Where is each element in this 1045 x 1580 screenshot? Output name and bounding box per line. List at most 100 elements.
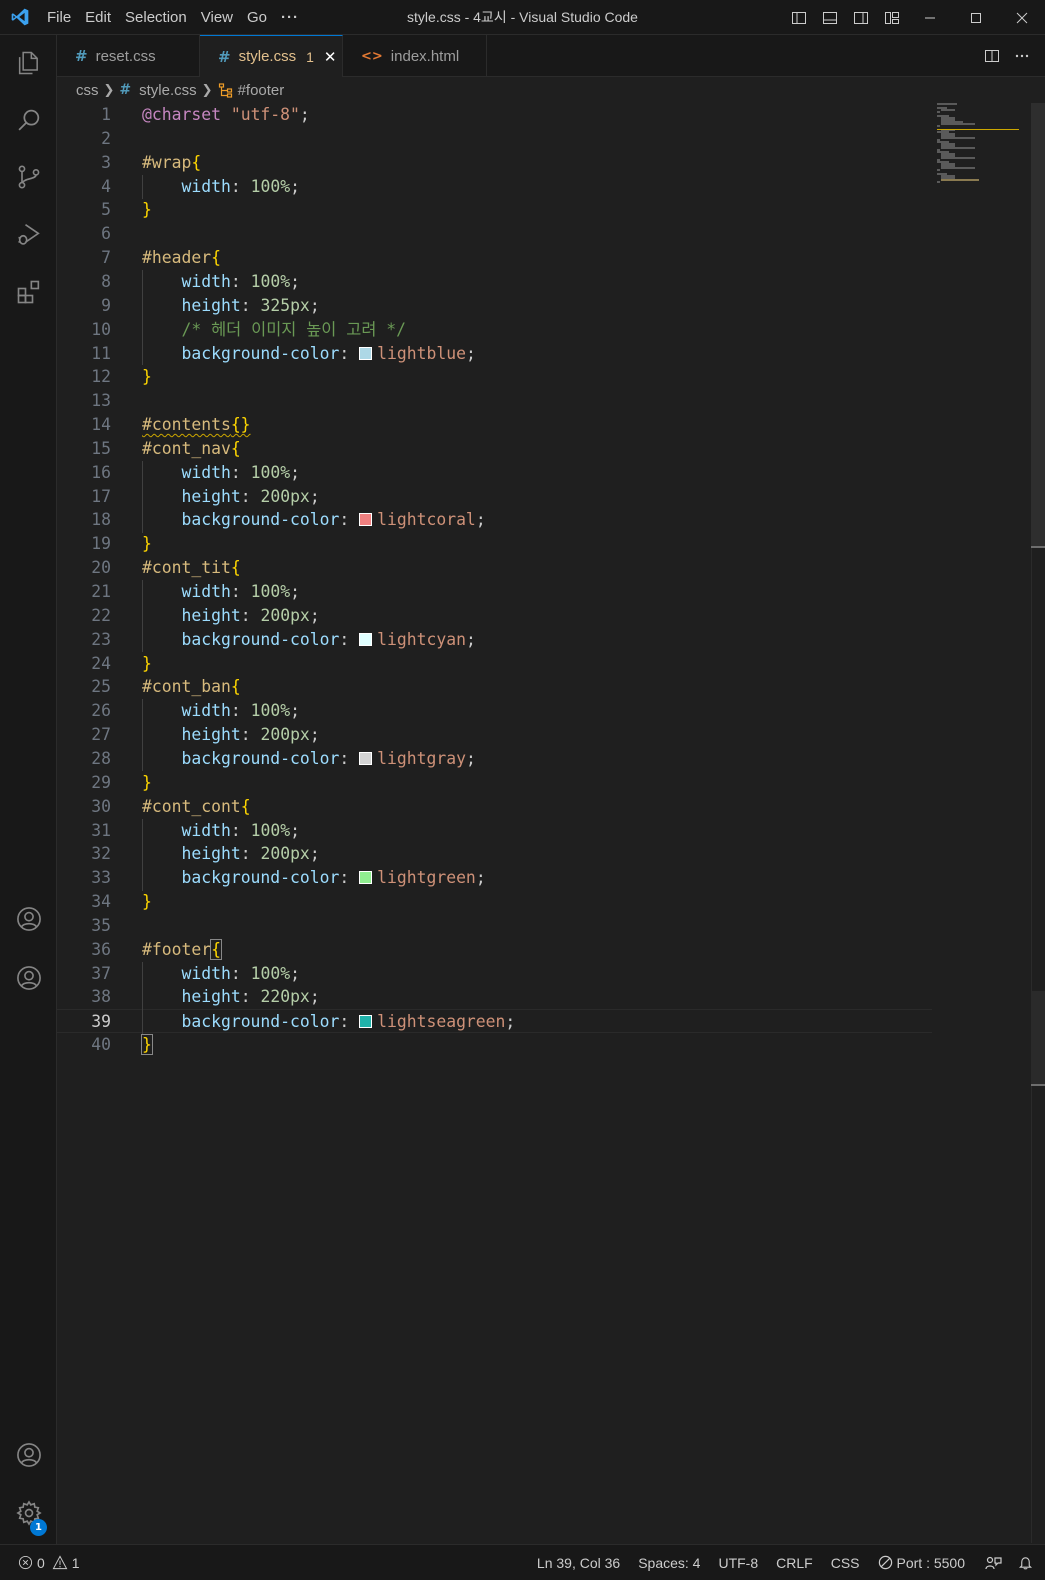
- line-content[interactable]: width: 100%;: [142, 819, 299, 843]
- language-mode[interactable]: CSS: [822, 1555, 869, 1571]
- line-content[interactable]: }: [142, 771, 152, 795]
- code-line[interactable]: 20 #cont_tit{: [57, 556, 932, 580]
- code-line[interactable]: 30 #cont_cont{: [57, 795, 932, 819]
- line-content[interactable]: width: 100%;: [142, 580, 299, 604]
- menu-selection[interactable]: Selection: [118, 0, 194, 35]
- color-swatch[interactable]: [359, 633, 373, 646]
- line-content[interactable]: width: 100%;: [142, 699, 299, 723]
- menu-go[interactable]: Go: [240, 0, 274, 35]
- color-swatch[interactable]: [359, 752, 373, 765]
- code-line[interactable]: 31 width: 100%;: [57, 819, 932, 843]
- code-line[interactable]: 19}: [57, 532, 932, 556]
- run-and-debug-icon[interactable]: [0, 206, 57, 262]
- encoding[interactable]: UTF-8: [709, 1555, 767, 1571]
- maximize-icon[interactable]: [953, 0, 999, 35]
- code-line[interactable]: 15 #cont_nav{: [57, 437, 932, 461]
- line-content[interactable]: @charset "utf-8";: [142, 103, 310, 127]
- code-line[interactable]: 12}: [57, 365, 932, 389]
- close-window-icon[interactable]: [999, 0, 1045, 35]
- menu-view[interactable]: View: [194, 0, 240, 35]
- indentation[interactable]: Spaces: 4: [629, 1555, 709, 1571]
- code-line[interactable]: 11 background-color: lightblue;: [57, 342, 932, 366]
- code-line[interactable]: 3 #wrap{: [57, 151, 932, 175]
- code-line[interactable]: 16 width: 100%;: [57, 461, 932, 485]
- code-line[interactable]: 21 width: 100%;: [57, 580, 932, 604]
- code-line[interactable]: 5}: [57, 198, 932, 222]
- line-content[interactable]: height: 200px;: [142, 842, 319, 866]
- code-line[interactable]: 22 height: 200px;: [57, 604, 932, 628]
- line-content[interactable]: width: 100%;: [142, 962, 299, 986]
- line-content[interactable]: #cont_ban{: [142, 675, 241, 699]
- code-line[interactable]: 40}: [57, 1033, 932, 1057]
- code-line[interactable]: 2: [57, 127, 932, 151]
- code-line[interactable]: 26 width: 100%;: [57, 699, 932, 723]
- vertical-scrollbar[interactable]: [1031, 103, 1045, 1543]
- line-content[interactable]: height: 220px;: [142, 985, 319, 1009]
- line-content[interactable]: #contents{}: [142, 413, 251, 437]
- line-content[interactable]: height: 200px;: [142, 604, 319, 628]
- tab-style-css[interactable]: # style.css 1 ✕: [200, 35, 343, 77]
- line-content[interactable]: }: [142, 890, 152, 914]
- line-content[interactable]: #header{: [142, 246, 221, 270]
- scrollbar-thumb[interactable]: [1031, 103, 1045, 548]
- code-line[interactable]: 33 background-color: lightgreen;: [57, 866, 932, 890]
- line-content[interactable]: /* 헤더 이미지 높이 고려 */: [142, 318, 406, 342]
- search-icon[interactable]: [0, 92, 57, 148]
- menu-file[interactable]: File: [40, 0, 78, 35]
- code-line[interactable]: 23 background-color: lightcyan;: [57, 628, 932, 652]
- source-control-icon[interactable]: [0, 149, 57, 205]
- line-content[interactable]: background-color: lightseagreen;: [142, 1010, 515, 1034]
- code-line[interactable]: 25 #cont_ban{: [57, 675, 932, 699]
- code-line[interactable]: 9 height: 325px;: [57, 294, 932, 318]
- code-line[interactable]: 29}: [57, 771, 932, 795]
- minimize-icon[interactable]: [907, 0, 953, 35]
- extensions-icon[interactable]: [0, 264, 57, 320]
- cursor-position[interactable]: Ln 39, Col 36: [528, 1555, 629, 1571]
- code-line[interactable]: 4 width: 100%;: [57, 175, 932, 199]
- code-line[interactable]: 7 #header{: [57, 246, 932, 270]
- code-line[interactable]: 37 width: 100%;: [57, 962, 932, 986]
- code-line[interactable]: 13: [57, 389, 932, 413]
- code-line[interactable]: 39 background-color: lightseagreen;: [57, 1009, 932, 1033]
- line-content[interactable]: #cont_tit{: [142, 556, 241, 580]
- line-content[interactable]: height: 200px;: [142, 485, 319, 509]
- code-line[interactable]: 24}: [57, 652, 932, 676]
- code-line[interactable]: 35: [57, 914, 932, 938]
- code-line[interactable]: 8 width: 100%;: [57, 270, 932, 294]
- account-icon[interactable]: [0, 891, 57, 947]
- menu-more[interactable]: ···: [274, 0, 306, 35]
- color-swatch[interactable]: [359, 347, 373, 360]
- problems-status[interactable]: 0 1: [0, 1555, 80, 1571]
- toggle-primary-sidebar-icon[interactable]: [783, 0, 814, 35]
- breadcrumb-symbol[interactable]: #footer: [238, 82, 285, 99]
- color-swatch[interactable]: [359, 871, 373, 884]
- color-swatch[interactable]: [359, 513, 373, 526]
- line-content[interactable]: background-color: lightcyan;: [142, 628, 475, 652]
- split-editor-icon[interactable]: [981, 45, 1003, 67]
- end-of-line[interactable]: CRLF: [767, 1555, 822, 1571]
- code-line[interactable]: 6: [57, 222, 932, 246]
- tab-index-html[interactable]: <> index.html: [343, 35, 487, 77]
- color-swatch[interactable]: [359, 1015, 373, 1028]
- line-content[interactable]: }: [142, 532, 152, 556]
- code-editor[interactable]: 1 @charset "utf-8"; 2 3 #wrap{4 width: 100%;…: [57, 103, 1045, 1543]
- customize-layout-icon[interactable]: [876, 0, 907, 35]
- line-content[interactable]: }: [141, 1033, 153, 1057]
- menu-edit[interactable]: Edit: [78, 0, 118, 35]
- code-line[interactable]: 10 /* 헤더 이미지 높이 고려 */: [57, 318, 932, 342]
- close-tab-icon[interactable]: ✕: [324, 48, 337, 66]
- line-content[interactable]: background-color: lightgray;: [142, 747, 475, 771]
- line-content[interactable]: #cont_nav{: [142, 437, 241, 461]
- code-line[interactable]: 36 #footer{: [57, 938, 932, 962]
- notifications-bell-icon[interactable]: [1012, 1555, 1045, 1571]
- line-content[interactable]: }: [142, 652, 152, 676]
- line-content[interactable]: background-color: lightcoral;: [142, 508, 485, 532]
- live-server-port[interactable]: Port : 5500: [869, 1555, 975, 1571]
- code-line[interactable]: 18 background-color: lightcoral;: [57, 508, 932, 532]
- accounts-icon[interactable]: [0, 1427, 57, 1483]
- code-line[interactable]: 27 height: 200px;: [57, 723, 932, 747]
- line-content[interactable]: }: [142, 198, 152, 222]
- breadcrumb-file[interactable]: style.css: [139, 82, 197, 99]
- code-line[interactable]: 34}: [57, 890, 932, 914]
- code-line[interactable]: 17 height: 200px;: [57, 485, 932, 509]
